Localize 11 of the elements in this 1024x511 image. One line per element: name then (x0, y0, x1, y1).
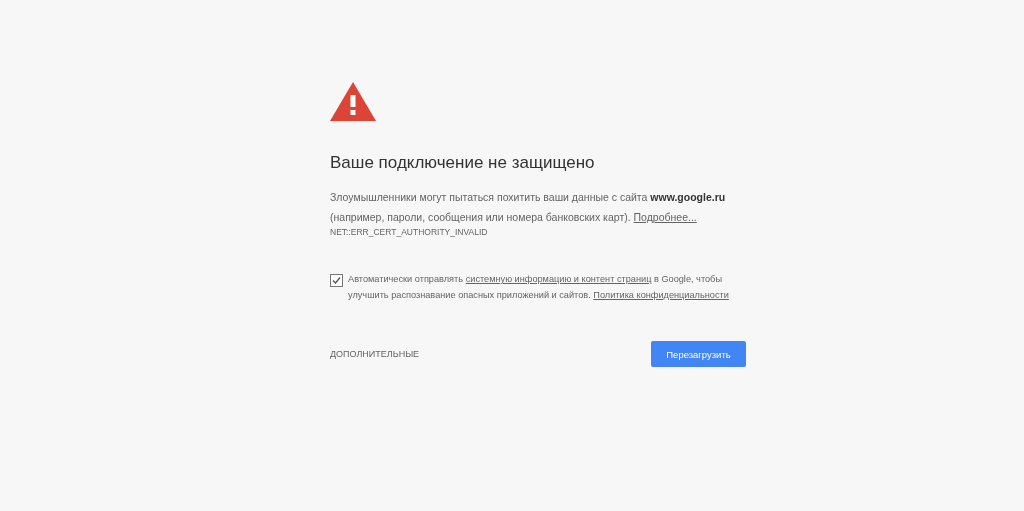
page-heading: Ваше подключение не защищено (330, 153, 596, 173)
error-code: NET::ERR_CERT_AUTHORITY_INVALID (330, 227, 489, 237)
explanation-text: Злоумышленники могут пытаться похитить ваши данные с сайта www.google.ru (например, пароли, сообщения или номера банковских карт). Подробнее... (330, 190, 727, 225)
report-text: Автоматически отправлять системную информацию и контент страниц в Google, чтобы улучшить распознавание опасных приложений и сайтов. Политика конфиденциальности (348, 273, 730, 302)
reload-button[interactable]: Перезагрузить (651, 341, 746, 367)
link[interactable]: системную информацию и контент страниц (465, 274, 652, 284)
link[interactable]: Политика конфиденциальности (593, 290, 729, 300)
warning-icon (330, 82, 376, 121)
advanced-button[interactable]: ДОПОЛНИТЕЛЬНЫЕ (330, 349, 420, 359)
checkbox[interactable] (330, 274, 343, 287)
link[interactable]: Подробнее... (633, 211, 697, 223)
